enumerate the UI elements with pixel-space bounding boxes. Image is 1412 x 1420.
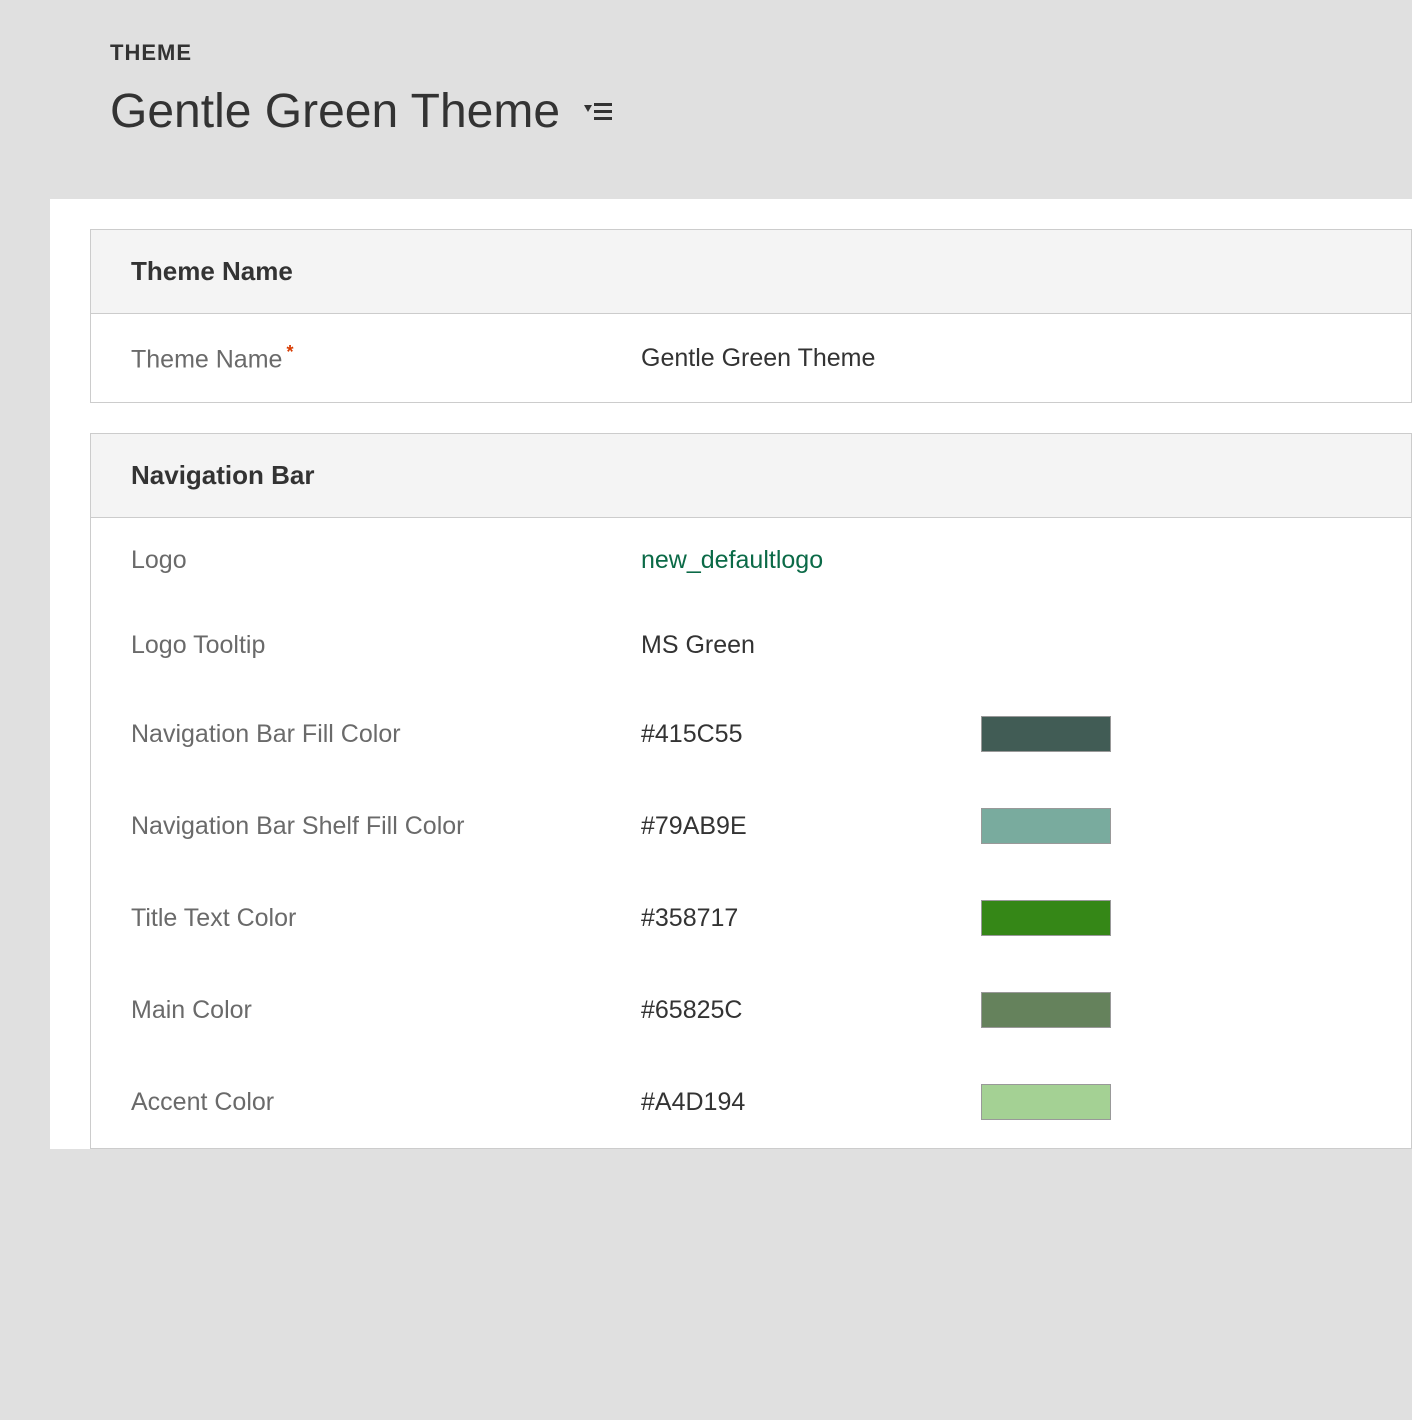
record-menu-icon[interactable]: [580, 97, 616, 127]
nav-field-label: Navigation Bar Shelf Fill Color: [131, 812, 641, 841]
nav-field-label: Accent Color: [131, 1088, 641, 1117]
breadcrumb[interactable]: THEME: [110, 40, 1412, 66]
required-indicator-icon: *: [286, 342, 293, 362]
color-swatch[interactable]: [981, 716, 1111, 752]
nav-swatch-cell: [981, 1084, 1371, 1120]
nav-field-label: Title Text Color: [131, 904, 641, 933]
nav-field-row: Navigation Bar Shelf Fill Color#79AB9E: [91, 780, 1411, 872]
color-swatch[interactable]: [981, 900, 1111, 936]
nav-field-value[interactable]: #65825C: [641, 996, 981, 1025]
nav-field-row: Main Color#65825C: [91, 964, 1411, 1056]
theme-name-value[interactable]: Gentle Green Theme: [641, 344, 981, 373]
nav-field-value[interactable]: MS Green: [641, 631, 981, 660]
nav-field-row: Logonew_defaultlogo: [91, 518, 1411, 603]
nav-swatch-cell: [981, 992, 1371, 1028]
color-swatch[interactable]: [981, 808, 1111, 844]
nav-field-row: Logo TooltipMS Green: [91, 603, 1411, 688]
theme-name-label: Theme Name*: [131, 342, 641, 374]
nav-field-value[interactable]: #415C55: [641, 720, 981, 749]
color-swatch[interactable]: [981, 1084, 1111, 1120]
theme-name-label-text: Theme Name: [131, 345, 282, 373]
nav-field-label: Logo Tooltip: [131, 631, 641, 660]
nav-field-link[interactable]: new_defaultlogo: [641, 546, 981, 575]
page-title: Gentle Green Theme: [110, 84, 560, 139]
nav-field-row: Navigation Bar Fill Color#415C55: [91, 688, 1411, 780]
nav-swatch-cell: [981, 716, 1371, 752]
theme-name-panel-header: Theme Name: [91, 230, 1411, 314]
nav-field-row: Title Text Color#358717: [91, 872, 1411, 964]
nav-swatch-cell: [981, 900, 1371, 936]
nav-field-label: Navigation Bar Fill Color: [131, 720, 641, 749]
nav-field-label: Main Color: [131, 996, 641, 1025]
nav-field-value[interactable]: #79AB9E: [641, 812, 981, 841]
nav-field-row: Accent Color#A4D194: [91, 1056, 1411, 1148]
nav-field-value[interactable]: #358717: [641, 904, 981, 933]
theme-name-field-row: Theme Name* Gentle Green Theme: [91, 314, 1411, 402]
theme-name-panel: Theme Name Theme Name* Gentle Green Them…: [90, 229, 1412, 403]
navigation-bar-panel-header: Navigation Bar: [91, 434, 1411, 518]
color-swatch[interactable]: [981, 992, 1111, 1028]
nav-swatch-cell: [981, 808, 1371, 844]
page-title-row: Gentle Green Theme: [110, 84, 1412, 139]
theme-name-panel-body: Theme Name* Gentle Green Theme: [91, 314, 1411, 402]
page-header: THEME Gentle Green Theme: [0, 0, 1412, 199]
nav-field-value[interactable]: #A4D194: [641, 1088, 981, 1117]
navigation-bar-panel: Navigation Bar Logonew_defaultlogoLogo T…: [90, 433, 1412, 1149]
nav-field-label: Logo: [131, 546, 641, 575]
content-area: Theme Name Theme Name* Gentle Green Them…: [50, 199, 1412, 1149]
navigation-bar-panel-body: Logonew_defaultlogoLogo TooltipMS GreenN…: [91, 518, 1411, 1148]
